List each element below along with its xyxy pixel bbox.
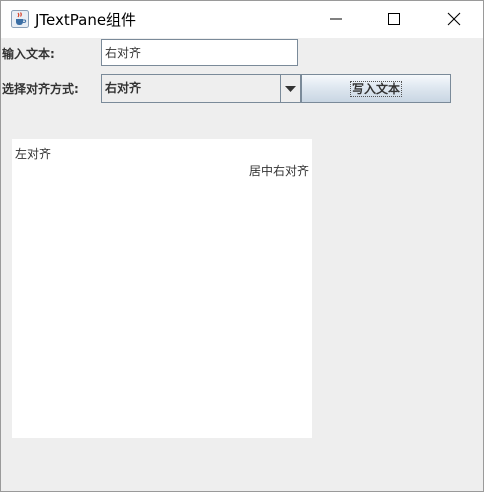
main-window: JTextPane组件 输入文本: 选择对齐方式: 右对齐 [0,0,484,492]
close-icon [447,12,461,26]
title-bar[interactable]: JTextPane组件 [1,1,483,38]
chevron-down-icon [285,86,296,92]
align-mode-select[interactable]: 右对齐 [101,74,301,103]
dropdown-arrow-button[interactable] [280,75,300,102]
input-text-label: 输入文本: [2,47,55,61]
maximize-icon [388,13,400,25]
java-cup-icon [11,10,29,28]
align-mode-label: 选择对齐方式: [2,82,79,96]
maximize-button[interactable] [365,1,423,38]
minimize-button[interactable] [307,1,365,38]
text-pane-line-left: 左对齐 [15,147,52,161]
write-text-button[interactable]: 写入文本 [301,74,451,103]
align-mode-selected: 右对齐 [105,81,142,95]
minimize-icon [330,18,342,20]
text-pane[interactable]: 左对齐 居中右对齐 [12,139,312,438]
window-title: JTextPane组件 [35,11,137,29]
close-button[interactable] [425,1,483,38]
text-pane-line-right: 居中右对齐 [248,164,309,178]
write-text-button-label: 写入文本 [349,81,402,97]
input-text-field[interactable] [101,39,298,66]
